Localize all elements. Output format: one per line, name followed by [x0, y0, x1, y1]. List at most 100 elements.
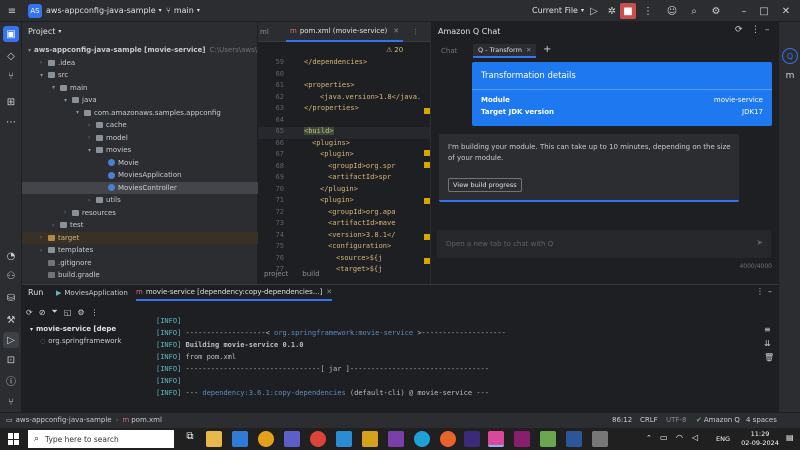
soft-wrap-icon[interactable]: ≡ — [764, 325, 771, 334]
more-icon[interactable]: ⋮ — [756, 287, 764, 296]
onenote-icon[interactable] — [514, 431, 530, 447]
outlook-icon[interactable] — [232, 431, 248, 447]
chevron-right-icon[interactable]: › — [40, 234, 48, 241]
tree-item[interactable]: .gitignore — [22, 257, 258, 269]
language-indicator[interactable]: ENG — [716, 435, 730, 443]
refresh-icon[interactable]: ⟳ — [735, 25, 743, 35]
chevron-down-icon[interactable]: ▾ — [64, 97, 72, 104]
chevron-right-icon[interactable]: › — [88, 197, 96, 204]
filter-icon[interactable]: ⏷ — [51, 307, 57, 317]
run-tool-icon[interactable]: ▷ — [3, 332, 19, 348]
rerun-icon[interactable]: ⟳ — [26, 308, 33, 317]
view-build-progress-button[interactable]: View build progress — [448, 178, 522, 192]
minimize-icon[interactable]: – — [736, 3, 752, 19]
scroll-end-icon[interactable]: ⇊ — [764, 339, 771, 348]
tree-item[interactable]: Movie — [22, 157, 258, 169]
tab-pom-xml[interactable]: m pom.xml (movie-service) ✕ — [286, 22, 404, 42]
cursor-position[interactable]: 86:12 — [612, 416, 632, 424]
breadcrumb-project[interactable]: aws-appconfig-java-sample — [16, 416, 112, 424]
chevron-right-icon[interactable]: › — [64, 209, 72, 216]
run-config-selector[interactable]: Current File ▾ — [532, 6, 584, 15]
tree-item[interactable]: › target — [22, 231, 258, 244]
close-icon[interactable]: ✕ — [778, 3, 794, 19]
tree-item[interactable]: MoviesApplication — [22, 169, 258, 181]
send-icon[interactable]: ➤ — [756, 238, 763, 247]
chevron-right-icon[interactable]: › — [40, 247, 48, 254]
file-explorer-icon[interactable] — [206, 431, 222, 447]
project-panel-header[interactable]: Project ▾ — [28, 27, 61, 36]
close-tab-icon[interactable]: ✕ — [526, 46, 531, 54]
chevron-down-icon[interactable]: ▾ — [88, 147, 96, 154]
new-tab-plus-icon[interactable]: + — [543, 44, 551, 55]
vscode-icon[interactable] — [336, 431, 352, 447]
chevron-down-icon[interactable]: ▾ — [40, 72, 48, 79]
more-tools-icon[interactable]: ⋯ — [3, 114, 19, 130]
more-tabs-icon[interactable]: ⋮ — [412, 28, 419, 36]
problems-icon[interactable]: ⓘ — [3, 372, 19, 388]
services-icon[interactable]: ◔ — [3, 248, 19, 264]
maven-icon[interactable]: m — [782, 68, 798, 84]
hamburger-menu-icon[interactable]: ≡ — [4, 3, 20, 19]
search-icon[interactable]: ⌕ — [686, 3, 702, 19]
build-hammer-icon[interactable]: ⚒ — [3, 312, 19, 328]
close-tab-icon[interactable]: ✕ — [326, 288, 332, 296]
tree-item[interactable]: › model — [22, 132, 258, 144]
app-icon[interactable] — [464, 431, 480, 447]
tree-item[interactable]: ▾ main — [22, 82, 258, 94]
tab-q-transform[interactable]: Q - Transform ✕ — [473, 44, 537, 58]
intellij-icon[interactable] — [488, 431, 504, 447]
tree-item[interactable]: ▾ movies — [22, 144, 258, 156]
network-icon[interactable]: ▭ — [660, 433, 668, 442]
git-log-icon[interactable]: ⑂ — [3, 394, 19, 410]
tree-item[interactable]: › templates — [22, 244, 258, 256]
breadcrumb-file[interactable]: pom.xml — [131, 416, 162, 424]
task-view-icon[interactable]: ⧉ — [182, 431, 198, 447]
database-icon[interactable]: ⛁ — [3, 290, 19, 306]
clear-trash-icon[interactable]: 🗑 — [764, 353, 774, 362]
chevron-right-icon[interactable]: › — [52, 222, 60, 229]
volume-icon[interactable]: ◁ — [692, 433, 698, 442]
tree-item[interactable]: ▾ aws-appconfig-java-sample [movie-servic… — [22, 44, 300, 56]
more-icon[interactable]: ⋮ — [751, 25, 760, 35]
tree-item[interactable]: ▾ java — [22, 94, 258, 106]
maximize-icon[interactable]: □ — [756, 3, 772, 19]
app-icon[interactable] — [592, 431, 608, 447]
close-tab-icon[interactable]: ✕ — [393, 27, 399, 35]
chevron-down-icon[interactable]: ▾ — [52, 84, 60, 91]
plugins-icon[interactable]: ⚇ — [3, 268, 19, 284]
taskbar-search-box[interactable]: ⌕ Type here to search — [28, 430, 174, 448]
chrome-icon[interactable] — [258, 431, 274, 447]
more-icon[interactable]: ⋮ — [640, 3, 656, 19]
windows-start-icon[interactable] — [8, 433, 20, 445]
user-icon[interactable]: ☺ — [664, 3, 680, 19]
app-icon[interactable] — [388, 431, 404, 447]
tree-item[interactable]: ▾ src — [22, 69, 258, 81]
breadcrumb-project[interactable]: project — [264, 270, 288, 278]
run-tab-movie-service[interactable]: m movie-service [dependency:copy-depende… — [136, 285, 333, 301]
stop-icon[interactable]: ⊘ — [39, 308, 46, 317]
chrome-profile-icon[interactable] — [310, 431, 326, 447]
indent-setting[interactable]: 4 spaces — [746, 416, 777, 424]
chevron-down-icon[interactable]: ▾ — [28, 47, 31, 54]
clock[interactable]: 11:29 02-09-2024 — [740, 430, 780, 448]
branch-selector[interactable]: ⑂ main ▾ — [166, 6, 200, 15]
app-icon[interactable] — [362, 431, 378, 447]
chevron-right-icon[interactable]: › — [88, 122, 96, 129]
tree-item[interactable]: › cache — [22, 119, 258, 131]
encoding[interactable]: UTF-8 — [666, 416, 686, 424]
run-tree-item[interactable]: ▾ movie-service [depe — [30, 325, 116, 333]
pin-icon[interactable]: ◱ — [64, 308, 72, 317]
tree-item[interactable]: MoviesController — [22, 181, 258, 194]
tree-item[interactable]: › .idea — [22, 57, 258, 69]
chat-input-box[interactable]: Open a new tab to chat with Q ➤ — [437, 230, 771, 258]
amazon-q-icon[interactable]: Q — [782, 48, 798, 64]
hide-icon[interactable]: – — [768, 287, 772, 296]
settings-gear-icon[interactable]: ⚙ — [708, 3, 724, 19]
project-selector[interactable]: aws-appconfig-java-sample ▾ — [46, 6, 162, 15]
tree-item[interactable]: build.gradle — [22, 269, 258, 281]
breadcrumb-build[interactable]: build — [302, 270, 319, 278]
project-tool-icon[interactable]: ▣ — [3, 26, 19, 42]
tree-item[interactable]: › test — [22, 219, 258, 231]
warnings-indicator[interactable]: ⚠ 20 — [386, 46, 403, 54]
teams-icon[interactable] — [284, 431, 300, 447]
